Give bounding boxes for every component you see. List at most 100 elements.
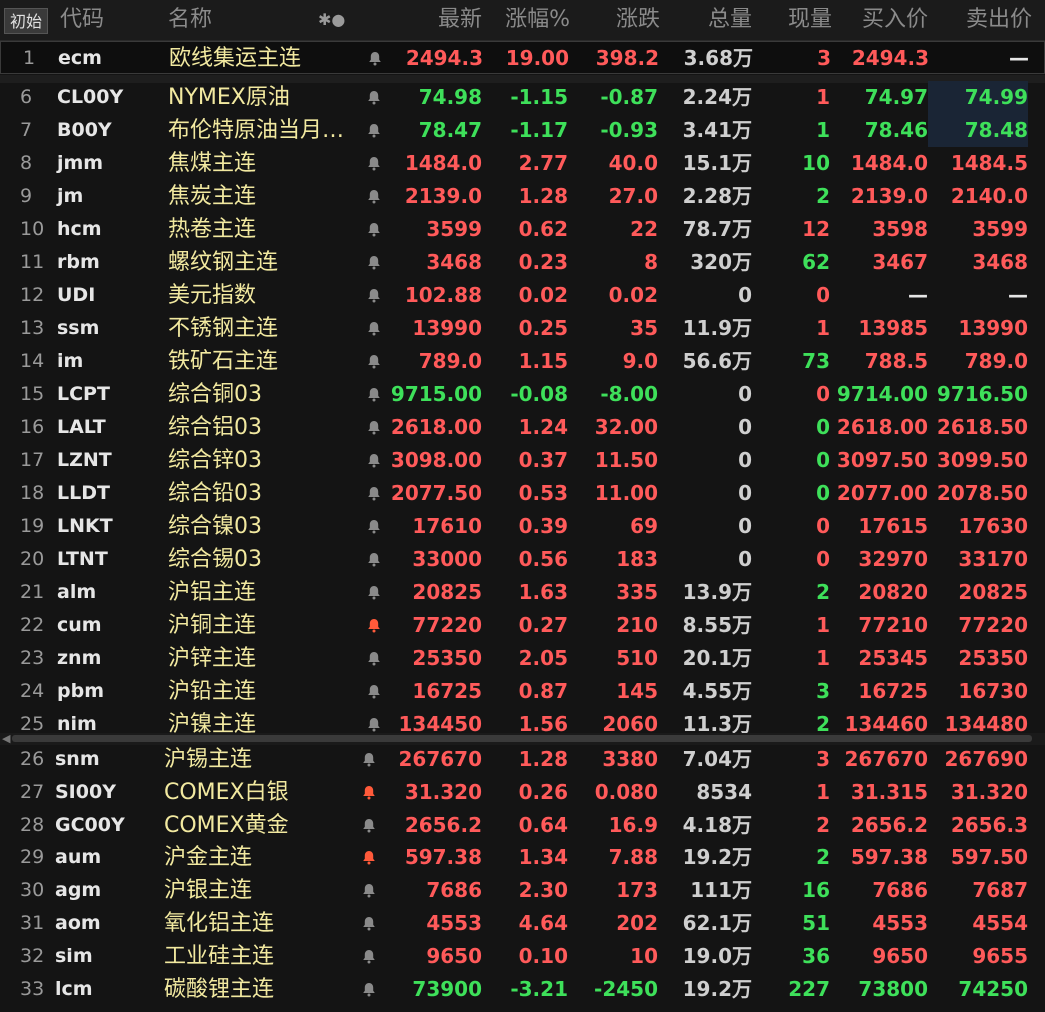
init-button[interactable]: 初始 — [4, 8, 48, 34]
alert-bell[interactable] — [367, 453, 381, 469]
contract-code[interactable]: B00Y — [57, 114, 157, 147]
alert-bell[interactable] — [367, 156, 381, 172]
contract-code[interactable]: agm — [55, 874, 155, 907]
bell-icon[interactable] — [367, 255, 381, 270]
contract-code[interactable]: sim — [55, 940, 155, 973]
header-change[interactable]: 涨跌 — [570, 6, 660, 34]
contract-code[interactable]: ssm — [57, 312, 157, 345]
alert-bell[interactable] — [368, 51, 382, 67]
contract-name[interactable]: 综合镍03 — [168, 510, 358, 543]
alert-bell[interactable] — [362, 818, 376, 834]
alert-bell[interactable] — [367, 255, 381, 271]
contract-code[interactable]: aom — [55, 907, 155, 940]
alert-bell[interactable] — [362, 982, 376, 998]
table-row[interactable]: 6 CL00Y NYMEX原油 74.98 -1.15 -0.87 2.24万 … — [0, 81, 1045, 114]
bell-icon[interactable] — [367, 420, 381, 435]
table-row[interactable]: 13 ssm 不锈钢主连 13990 0.25 35 11.9万 1 13985… — [0, 312, 1045, 345]
bell-icon[interactable] — [362, 752, 376, 767]
alert-bell[interactable] — [367, 618, 381, 634]
contract-code[interactable]: jm — [57, 180, 157, 213]
contract-name[interactable]: COMEX黄金 — [164, 809, 354, 842]
contract-name[interactable]: 综合铅03 — [168, 477, 358, 510]
contract-name[interactable]: 沪金主连 — [164, 841, 354, 874]
bell-icon[interactable] — [367, 288, 381, 303]
alert-bell[interactable] — [367, 552, 381, 568]
bell-icon[interactable] — [362, 850, 376, 865]
table-row[interactable]: 24 pbm 沪铅主连 16725 0.87 145 4.55万 3 16725… — [0, 675, 1045, 708]
contract-code[interactable]: cum — [57, 609, 157, 642]
alert-bell[interactable] — [362, 949, 376, 965]
bell-icon[interactable] — [368, 51, 382, 66]
table-row[interactable]: 30 agm 沪银主连 7686 2.30 173 111万 16 7686 7… — [0, 874, 1045, 907]
header-latest[interactable]: 最新 — [380, 6, 482, 34]
contract-code[interactable]: im — [57, 345, 157, 378]
header-bid[interactable]: 买入价 — [832, 6, 928, 34]
table-row[interactable]: 20 LTNT 综合锡03 33000 0.56 183 0 0 32970 3… — [0, 543, 1045, 576]
header-volume[interactable]: 总量 — [660, 6, 752, 34]
contract-name[interactable]: 焦炭主连 — [168, 180, 358, 213]
table-row[interactable]: 33 lcm 碳酸锂主连 73900 -3.21 -2450 19.2万 227… — [0, 973, 1045, 1006]
alert-bell[interactable] — [367, 123, 381, 139]
alert-bell[interactable] — [367, 486, 381, 502]
contract-name[interactable]: 氧化铝主连 — [164, 907, 354, 940]
table-row[interactable]: 14 im 铁矿石主连 789.0 1.15 9.0 56.6万 73 788.… — [0, 345, 1045, 378]
contract-name[interactable]: 欧线集运主连 — [169, 42, 359, 75]
bell-icon[interactable] — [367, 519, 381, 534]
table-row[interactable]: 27 SI00Y COMEX白银 31.320 0.26 0.080 8534 … — [0, 776, 1045, 809]
contract-code[interactable]: jmm — [57, 147, 157, 180]
table-row[interactable]: 9 jm 焦炭主连 2139.0 1.28 27.0 2.28万 2 2139.… — [0, 180, 1045, 213]
alert-bell[interactable] — [367, 420, 381, 436]
bell-icon[interactable] — [367, 387, 381, 402]
alert-bell[interactable] — [362, 916, 376, 932]
contract-code[interactable]: snm — [55, 743, 155, 776]
table-row[interactable]: 29 aum 沪金主连 597.38 1.34 7.88 19.2万 2 597… — [0, 841, 1045, 874]
contract-code[interactable]: lcm — [55, 973, 155, 1006]
table-row[interactable]: 1 ecm 欧线集运主连 2494.3 19.00 398.2 3.68万 3 … — [0, 41, 1045, 74]
bell-icon[interactable] — [367, 354, 381, 369]
contract-code[interactable]: LLDT — [57, 477, 157, 510]
bell-icon[interactable] — [367, 123, 381, 138]
bell-icon[interactable] — [367, 90, 381, 105]
header-current-vol[interactable]: 现量 — [752, 6, 832, 34]
table-row[interactable]: 7 B00Y 布伦特原油当月… 78.47 -1.17 -0.93 3.41万 … — [0, 114, 1045, 147]
alert-bell[interactable] — [367, 387, 381, 403]
contract-code[interactable]: LZNT — [57, 444, 157, 477]
contract-name[interactable]: 综合锡03 — [168, 543, 358, 576]
table-row[interactable]: 16 LALT 综合铝03 2618.00 1.24 32.00 0 0 261… — [0, 411, 1045, 444]
contract-name[interactable]: 沪锡主连 — [164, 743, 354, 776]
alert-bell[interactable] — [362, 785, 376, 801]
contract-code[interactable]: hcm — [57, 213, 157, 246]
contract-name[interactable]: 沪铅主连 — [168, 675, 358, 708]
contract-name[interactable]: 综合锌03 — [168, 444, 358, 477]
header-name[interactable]: 名称 — [168, 6, 212, 34]
bell-icon[interactable] — [367, 717, 381, 732]
contract-code[interactable]: UDI — [57, 279, 157, 312]
bell-icon[interactable] — [362, 982, 376, 997]
bell-icon[interactable] — [367, 618, 381, 633]
contract-code[interactable]: aum — [55, 841, 155, 874]
contract-name[interactable]: 布伦特原油当月… — [168, 114, 358, 147]
contract-name[interactable]: 工业硅主连 — [164, 940, 354, 973]
bell-icon[interactable] — [362, 949, 376, 964]
contract-name[interactable]: NYMEX原油 — [168, 81, 358, 114]
alert-bell[interactable] — [362, 850, 376, 866]
contract-name[interactable]: 热卷主连 — [168, 213, 358, 246]
table-row[interactable]: 15 LCPT 综合铜03 9715.00 -0.08 -8.00 0 0 97… — [0, 378, 1045, 411]
scroll-left-icon[interactable]: ◀ — [2, 732, 10, 745]
contract-name[interactable]: 综合铜03 — [168, 378, 358, 411]
bell-icon[interactable] — [362, 883, 376, 898]
contract-code[interactable]: SI00Y — [55, 776, 155, 809]
table-row[interactable]: 19 LNKT 综合镍03 17610 0.39 69 0 0 17615 17… — [0, 510, 1045, 543]
contract-code[interactable]: CL00Y — [57, 81, 157, 114]
bell-icon[interactable] — [367, 321, 381, 336]
header-pct[interactable]: 涨幅% — [482, 6, 570, 34]
contract-code[interactable]: LCPT — [57, 378, 157, 411]
table-row[interactable]: 23 znm 沪锌主连 25350 2.05 510 20.1万 1 25345… — [0, 642, 1045, 675]
bell-icon[interactable] — [367, 651, 381, 666]
alert-bell[interactable] — [367, 585, 381, 601]
bell-icon[interactable] — [367, 552, 381, 567]
alert-bell[interactable] — [367, 222, 381, 238]
contract-code[interactable]: rbm — [57, 246, 157, 279]
bell-icon[interactable] — [362, 916, 376, 931]
table-row[interactable]: 8 jmm 焦煤主连 1484.0 2.77 40.0 15.1万 10 148… — [0, 147, 1045, 180]
